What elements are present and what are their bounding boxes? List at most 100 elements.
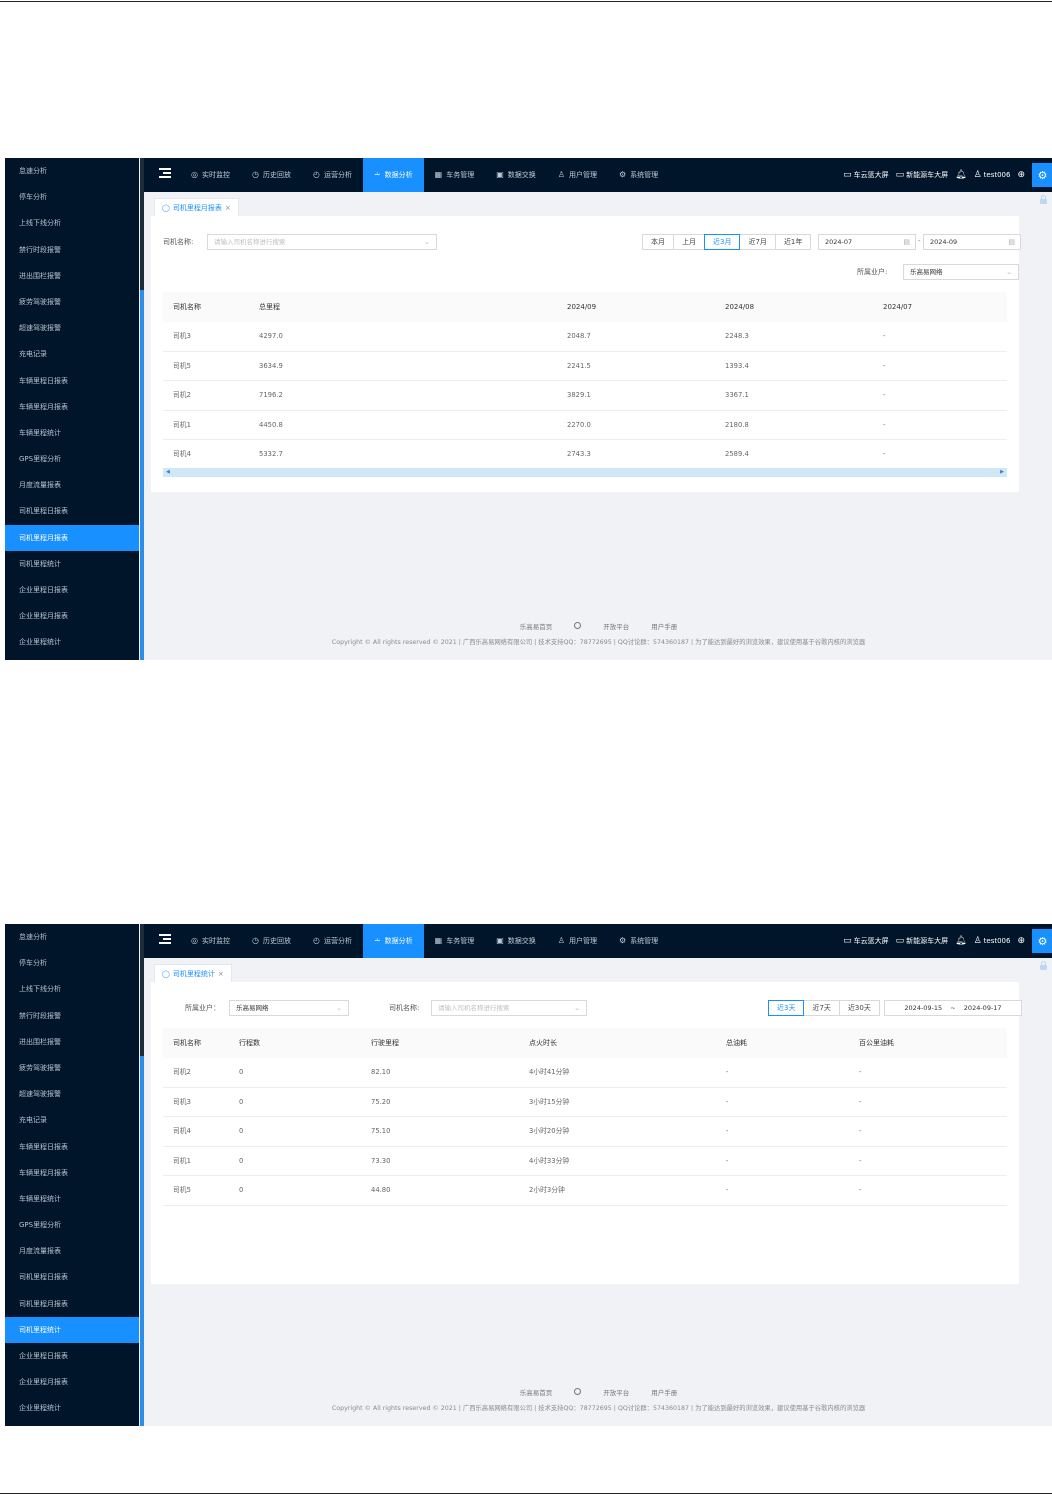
sidebar-item[interactable]: 疲劳驾驶报警: [5, 289, 139, 315]
sidebar-item[interactable]: 企业里程月报表: [5, 603, 139, 629]
sidebar-item[interactable]: 充电记录: [5, 1107, 139, 1133]
sidebar-item[interactable]: 上线下线分析: [5, 210, 139, 236]
sidebar-item[interactable]: 企业里程月报表: [5, 1369, 139, 1395]
horizontal-scrollbar[interactable]: ◀ ▶: [163, 468, 1007, 477]
footer-link[interactable]: 开放平台: [603, 1387, 629, 1397]
sidebar-item[interactable]: 车辆里程统计: [5, 1186, 139, 1212]
sidebar-item[interactable]: 禁行时段报警: [5, 237, 139, 263]
menu-toggle-icon[interactable]: [159, 934, 171, 946]
nav-item[interactable]: ▣ 数据交换: [485, 158, 547, 192]
quick-range-button[interactable]: 近7月: [739, 234, 776, 250]
sidebar-item[interactable]: 疲劳驾驶报警: [5, 1055, 139, 1081]
sidebar-item[interactable]: 司机里程日报表: [5, 498, 139, 524]
sidebar-item[interactable]: 月度流量报表: [5, 472, 139, 498]
tab-driver-monthly-report[interactable]: ◯ 司机里程月报表 ×: [154, 198, 239, 216]
end-month-input[interactable]: 2024-09 ▤: [923, 234, 1021, 250]
sidebar-item[interactable]: 车辆里程日报表: [5, 1134, 139, 1160]
close-icon[interactable]: ×: [225, 204, 231, 212]
lock-icon[interactable]: [1040, 961, 1047, 970]
footer-link[interactable]: 乐高易首页: [520, 1387, 553, 1397]
date-range-input[interactable]: 2024-09-15 ~ 2024-09-17: [884, 1000, 1022, 1016]
github-icon[interactable]: [574, 1388, 582, 1395]
user-menu[interactable]: ♙ test006: [974, 936, 1011, 946]
sidebar-scrollbar[interactable]: [140, 924, 144, 1426]
sidebar-item[interactable]: 企业里程日报表: [5, 577, 139, 603]
footer-link[interactable]: 开放平台: [603, 621, 629, 631]
footer-link[interactable]: 用户手册: [651, 621, 677, 631]
nav-item[interactable]: ⩪ 数据分析: [362, 158, 424, 192]
nav-item[interactable]: ⚙ 系统管理: [608, 158, 669, 192]
driver-search-input[interactable]: 请输入司机名称进行搜索 ⌄: [431, 1000, 587, 1016]
start-month-input[interactable]: 2024-07 ▤: [818, 234, 916, 250]
nav-item[interactable]: ◎ 实时监控: [180, 924, 241, 958]
sidebar-item[interactable]: 怠速分析: [5, 158, 139, 184]
nav-item[interactable]: ⚙ 系统管理: [608, 924, 669, 958]
sidebar-item[interactable]: 超速驾驶报警: [5, 315, 139, 341]
close-icon[interactable]: ×: [218, 970, 224, 978]
quick-range-button[interactable]: 近3天: [768, 1000, 805, 1016]
sidebar-item[interactable]: 充电记录: [5, 341, 139, 367]
big-screen-link[interactable]: ▭ 车云篮大屏: [843, 936, 889, 946]
sidebar-item[interactable]: 月度流量报表: [5, 1238, 139, 1264]
nav-item[interactable]: ▦ 车务管理: [424, 924, 486, 958]
footer-link[interactable]: 乐高易首页: [520, 621, 553, 631]
nav-item[interactable]: ◷ 历史回放: [241, 158, 302, 192]
quick-range-button[interactable]: 近1年: [774, 234, 812, 250]
driver-search-input[interactable]: 请输入司机名称进行搜索 ⌄: [207, 234, 437, 250]
scroll-right-icon[interactable]: ▶: [1000, 468, 1004, 477]
settings-gear-icon[interactable]: ⚙: [1032, 163, 1052, 187]
ev-screen-link[interactable]: ▭ 新能源车大屏: [896, 936, 949, 946]
lock-icon[interactable]: [1040, 195, 1047, 204]
sidebar-scrollbar[interactable]: [140, 158, 144, 660]
sidebar-item[interactable]: 停车分析: [5, 950, 139, 976]
sidebar-item[interactable]: 怠速分析: [5, 924, 139, 950]
tab-driver-mileage-stats[interactable]: ◯ 司机里程统计 ×: [154, 964, 232, 982]
nav-item[interactable]: ▣ 数据交换: [485, 924, 547, 958]
bell-icon[interactable]: 🔔︎: [955, 170, 966, 180]
sidebar-item[interactable]: 企业里程日报表: [5, 1343, 139, 1369]
nav-item[interactable]: ♙ 用户管理: [547, 924, 608, 958]
settings-gear-icon[interactable]: ⚙: [1032, 929, 1052, 953]
quick-range-button[interactable]: 近30天: [838, 1000, 880, 1016]
user-menu[interactable]: ♙ test006: [974, 170, 1011, 180]
nav-item[interactable]: ◴ 运营分析: [302, 924, 363, 958]
sidebar-item[interactable]: 超速驾驶报警: [5, 1081, 139, 1107]
sidebar-item[interactable]: 进出围栏报警: [5, 263, 139, 289]
nav-item[interactable]: ▦ 车务管理: [424, 158, 486, 192]
sidebar-item[interactable]: 司机里程统计: [5, 551, 139, 577]
sidebar-item[interactable]: 司机里程月报表: [5, 1291, 139, 1317]
sidebar-item[interactable]: 企业里程统计: [5, 629, 139, 655]
sidebar-item[interactable]: GPS里程分析: [5, 1212, 139, 1238]
nav-item[interactable]: ◎ 实时监控: [180, 158, 241, 192]
sidebar-item[interactable]: 司机里程统计: [5, 1316, 139, 1343]
nav-item[interactable]: ♙ 用户管理: [547, 158, 608, 192]
globe-icon[interactable]: ⊕: [1017, 170, 1025, 180]
nav-item[interactable]: ◷ 历史回放: [241, 924, 302, 958]
big-screen-link[interactable]: ▭ 车云篮大屏: [843, 170, 889, 180]
ev-screen-link[interactable]: ▭ 新能源车大屏: [896, 170, 949, 180]
sidebar-item[interactable]: 停车分析: [5, 184, 139, 210]
sidebar-item[interactable]: 上线下线分析: [5, 976, 139, 1002]
sidebar-item[interactable]: 司机里程日报表: [5, 1264, 139, 1290]
tenant-select[interactable]: 乐高易网络 ⌄: [229, 1000, 349, 1016]
quick-range-button[interactable]: 近7天: [803, 1000, 840, 1016]
nav-item[interactable]: ◴ 运营分析: [302, 158, 363, 192]
scroll-left-icon[interactable]: ◀: [166, 468, 170, 477]
sidebar-item[interactable]: 车辆里程统计: [5, 420, 139, 446]
footer-link[interactable]: 用户手册: [651, 1387, 677, 1397]
quick-range-button[interactable]: 近3月: [704, 234, 741, 250]
globe-icon[interactable]: ⊕: [1017, 936, 1025, 946]
sidebar-item[interactable]: 车辆里程月报表: [5, 1160, 139, 1186]
sidebar-item[interactable]: 进出围栏报警: [5, 1029, 139, 1055]
sidebar-item[interactable]: GPS里程分析: [5, 446, 139, 472]
sidebar-item[interactable]: 车辆里程月报表: [5, 394, 139, 420]
sidebar-item[interactable]: 企业里程统计: [5, 1395, 139, 1421]
tenant-select[interactable]: 乐高易网络 ⌄: [903, 264, 1019, 280]
bell-icon[interactable]: 🔔︎: [955, 936, 966, 946]
nav-item[interactable]: ⩪ 数据分析: [362, 924, 424, 958]
github-icon[interactable]: [574, 622, 582, 629]
sidebar-item[interactable]: 车辆里程日报表: [5, 368, 139, 394]
sidebar-item[interactable]: 司机里程月报表: [5, 524, 139, 551]
quick-range-button[interactable]: 上月: [673, 234, 705, 250]
quick-range-button[interactable]: 本月: [642, 234, 674, 250]
